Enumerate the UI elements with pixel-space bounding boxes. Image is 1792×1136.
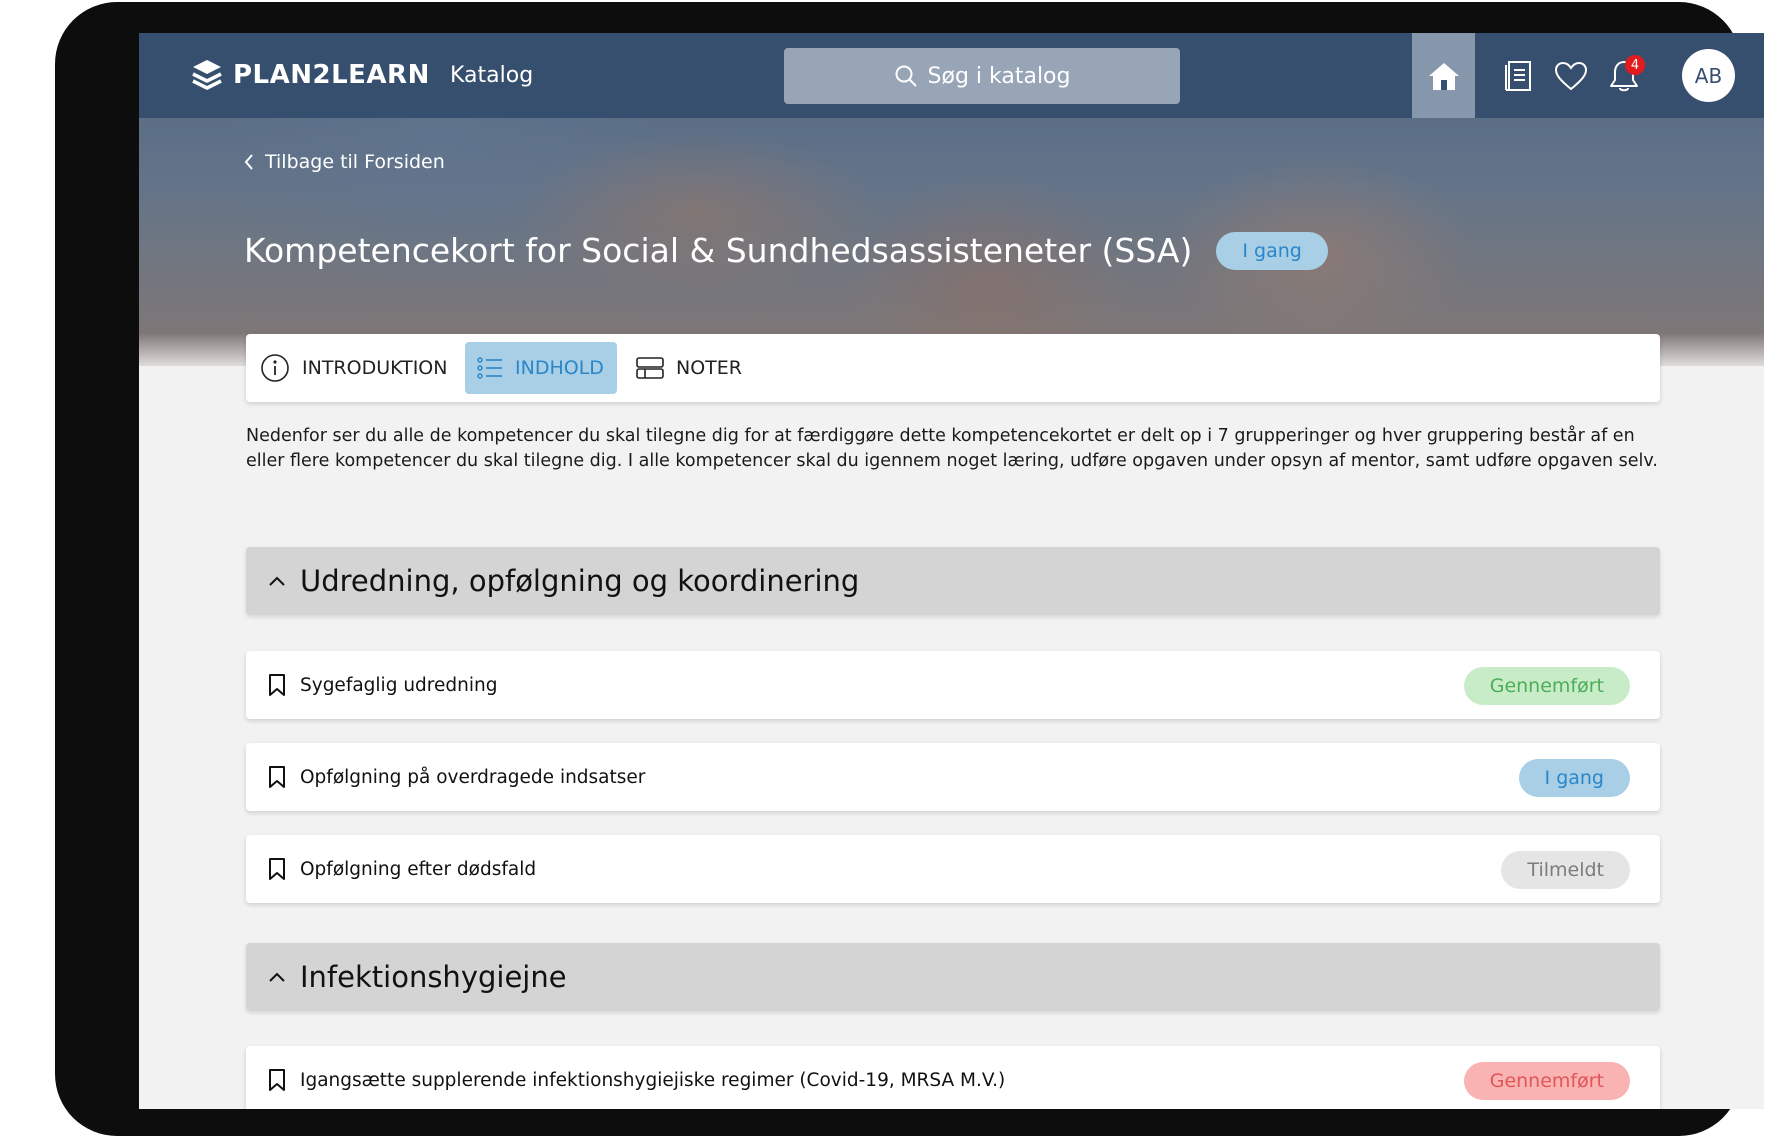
list-item[interactable]: Opfølgning på overdragede indsatser I ga… xyxy=(246,743,1660,811)
group-header-udredning[interactable]: Udredning, opfølgning og koordinering xyxy=(246,547,1660,615)
notifications-button[interactable]: 4 xyxy=(1607,55,1645,93)
notification-badge: 4 xyxy=(1625,55,1645,75)
info-icon xyxy=(261,354,289,382)
avatar[interactable]: AB xyxy=(1682,49,1735,102)
tab-label: NOTER xyxy=(676,357,742,379)
status-badge: Gennemført xyxy=(1463,667,1630,705)
chevron-up-icon xyxy=(269,576,285,586)
list-item[interactable]: Sygefaglig udredning Gennemført xyxy=(246,651,1660,719)
app-logo[interactable]: PLAN2LEARN xyxy=(191,58,430,92)
bookmark-icon xyxy=(269,858,285,880)
page-title: Kompetencekort for Social & Sundhedsassi… xyxy=(244,231,1193,270)
bookmark-icon xyxy=(269,766,285,788)
catalog-link[interactable]: Katalog xyxy=(450,63,533,88)
chevron-up-icon xyxy=(269,972,285,982)
list-item[interactable]: Igangsætte supplerende infektionshygieji… xyxy=(246,1046,1660,1109)
status-badge: Gennemført xyxy=(1463,1062,1630,1100)
heart-icon xyxy=(1554,61,1588,91)
item-label: Opfølgning på overdragede indsatser xyxy=(300,766,646,788)
notes-icon xyxy=(636,357,664,379)
item-label: Igangsætte supplerende infektionshygieji… xyxy=(300,1069,1006,1091)
chevron-left-icon xyxy=(244,154,253,170)
library-button[interactable] xyxy=(1501,59,1535,93)
top-navbar: PLAN2LEARN Katalog Søg i katalog 4 AB xyxy=(139,33,1764,118)
search-icon xyxy=(895,65,917,87)
list-icon xyxy=(477,357,502,379)
back-link[interactable]: Tilbage til Forsiden xyxy=(243,151,445,173)
search-input[interactable]: Søg i katalog xyxy=(784,48,1180,104)
tab-introduktion[interactable]: INTRODUKTION xyxy=(260,342,463,394)
item-label: Opfølgning efter dødsfald xyxy=(300,858,537,880)
tab-bar: INTRODUKTION INDHOLD NOTER xyxy=(246,334,1660,402)
list-item[interactable]: Opfølgning efter dødsfald Tilmeldt xyxy=(246,835,1660,903)
course-header: Kompetencekort for Social & Sundhedsassi… xyxy=(244,231,1328,270)
back-link-label: Tilbage til Forsiden xyxy=(265,151,445,173)
tab-noter[interactable]: NOTER xyxy=(636,342,742,394)
item-label: Sygefaglig udredning xyxy=(300,674,498,696)
bookmark-icon xyxy=(269,674,285,696)
home-button[interactable] xyxy=(1412,33,1475,118)
home-icon xyxy=(1428,62,1459,90)
status-badge: Tilmeldt xyxy=(1501,851,1630,889)
intro-paragraph: Nedenfor ser du alle de kompetencer du s… xyxy=(246,426,1658,471)
tab-label: INTRODUKTION xyxy=(302,357,448,379)
book-icon xyxy=(1505,61,1531,91)
app-screen: PLAN2LEARN Katalog Søg i katalog 4 AB Ti… xyxy=(139,33,1764,1109)
group-title: Udredning, opfølgning og koordinering xyxy=(300,564,860,598)
group-title: Infektionshygiejne xyxy=(300,960,567,994)
logo-text: PLAN2LEARN xyxy=(233,60,430,90)
tablet-frame: PLAN2LEARN Katalog Søg i katalog 4 AB Ti… xyxy=(55,2,1764,1136)
favorites-button[interactable] xyxy=(1554,59,1588,93)
search-placeholder: Søg i katalog xyxy=(927,63,1071,89)
tab-indhold[interactable]: INDHOLD xyxy=(465,342,617,394)
group-header-infektionshygiejne[interactable]: Infektionshygiejne xyxy=(246,943,1660,1011)
tab-label: INDHOLD xyxy=(515,357,604,379)
bookmark-icon xyxy=(269,1069,285,1091)
layers-logo-icon xyxy=(192,60,222,90)
status-badge: I gang xyxy=(1216,231,1328,270)
status-badge: I gang xyxy=(1518,759,1630,797)
